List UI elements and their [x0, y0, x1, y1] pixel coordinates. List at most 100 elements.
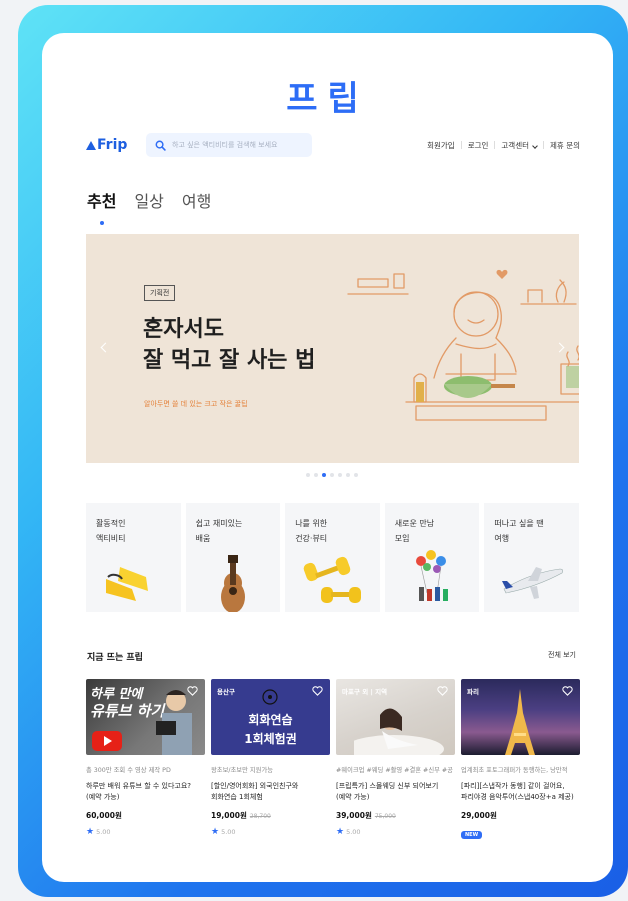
tab-daily[interactable]: 일상: [134, 188, 163, 212]
hero-title: 프립: [286, 79, 369, 119]
rating-value: 5.00: [96, 828, 111, 836]
star-icon: ★: [336, 827, 345, 837]
product-tags: 총 300만 조회 수 영상 제작 PD: [86, 767, 171, 774]
pagination-dot[interactable]: [354, 473, 358, 477]
product-card[interactable]: 용산구 회화연습 1회체험권 왕초보/초보만 지원가능 [할인/영어회화] 외국…: [211, 679, 330, 840]
product-rating: ★ 5.00: [86, 827, 205, 837]
rating-value: 5.00: [346, 828, 361, 836]
product-rating: ★ 5.00: [211, 827, 330, 837]
person-with-camera-icon: [156, 690, 192, 755]
frip-logo[interactable]: Frip: [86, 137, 146, 153]
category-label: 활동적인 액티비티: [96, 519, 126, 543]
chevron-down-icon: [532, 142, 538, 149]
banner-prev-arrow-icon[interactable]: [100, 342, 111, 353]
promo-banner[interactable]: 기획전 혼자서도 잘 먹고 잘 사는 법 알아두면 쓸 데 있는 크고 작은 꿀…: [86, 234, 579, 463]
category-card-learning[interactable]: 쉽고 재미있는 배움: [185, 503, 281, 612]
page-card: 프립 Frip 회원가입 로그인 고객센터 제휴 문의 추천 일상 여행: [42, 33, 613, 882]
see-all-link[interactable]: 전체 보기: [548, 650, 576, 660]
product-price: 60,000원: [86, 810, 205, 821]
category-label: 나를 위한 건강·뷰티: [295, 519, 328, 543]
bride-photo-icon: [354, 708, 444, 755]
pagination-dot[interactable]: [346, 473, 350, 477]
product-tags: 업계최초 포토그래퍼가 동행하는, 낭만적: [461, 767, 568, 774]
search-box[interactable]: [146, 133, 312, 157]
logo-text: Frip: [97, 137, 128, 153]
category-card-travel[interactable]: 떠나고 싶을 땐 여행: [484, 503, 579, 612]
category-card-activity[interactable]: 활동적인 액티비티: [86, 503, 181, 612]
section-title: 지금 뜨는 프립: [87, 653, 143, 663]
header-links: 회원가입 로그인 고객센터 제휴 문의: [427, 140, 580, 151]
divider: [543, 141, 545, 149]
product-price: 19,000원 28,700: [211, 810, 330, 821]
divider: [460, 141, 462, 149]
exhibition-badge: 기획전: [144, 285, 176, 301]
new-badge: NEW: [461, 831, 483, 839]
signup-link[interactable]: 회원가입: [427, 140, 455, 151]
customer-center-menu[interactable]: 고객센터: [501, 140, 538, 151]
search-input[interactable]: [172, 141, 302, 149]
category-card-health-beauty[interactable]: 나를 위한 건강·뷰티: [285, 503, 380, 612]
original-price: 75,000: [374, 813, 396, 820]
product-name: 하루만 배워 유튜브 할 수 있다고요? (예약 가능): [86, 782, 192, 801]
price-value: 39,000원: [336, 811, 372, 820]
heart-icon[interactable]: [187, 686, 198, 696]
product-price: 39,000원 75,000: [336, 810, 455, 821]
product-thumbnail: 파리: [461, 679, 580, 755]
product-thumbnail: 용산구 회화연습 1회체험권: [211, 679, 330, 755]
pagination-dot[interactable]: [322, 473, 326, 477]
banner-title: 혼자서도 잘 먹고 잘 사는 법: [143, 317, 316, 373]
product-area: 용산구: [217, 688, 235, 696]
customer-center-label: 고객센터: [501, 140, 530, 150]
product-name: [파리][스냅작가 동행] 같이 걸어요, 파리야경 음악투어(스냅40장+a …: [461, 782, 574, 801]
partnership-link[interactable]: 제휴 문의: [550, 140, 580, 151]
category-label: 떠나고 싶을 땐 여행: [494, 519, 544, 543]
logo-circle-icon: [262, 689, 278, 705]
eiffel-tower-icon: [505, 689, 535, 755]
thumb-text: 회화연습: [248, 713, 293, 727]
product-rating: ★ 5.00: [336, 827, 455, 837]
product-card[interactable]: 마포구 외 | 지역 #웨이크업 #웨딩 #촬영 #결혼 #신부 #공 [프립특…: [336, 679, 455, 840]
category-card-meetup[interactable]: 새로운 만남 모임: [384, 503, 480, 612]
product-area: 파리: [467, 688, 479, 696]
price-value: 29,000원: [461, 811, 497, 820]
divider: [494, 141, 496, 149]
product-name: [할인/영어회화] 외국인친구와 회화연습 1회체험: [211, 782, 299, 801]
banner-pagination: [306, 473, 358, 477]
heart-icon[interactable]: [437, 686, 448, 696]
product-thumbnail: 마포구 외 | 지역: [336, 679, 455, 755]
product-tags: #웨이크업 #웨딩 #촬영 #결혼 #신부 #공: [336, 767, 453, 774]
heart-icon[interactable]: [562, 686, 573, 696]
product-thumbnail: 하루 만에 유튜브 하기: [86, 679, 205, 755]
cooking-illustration: [347, 269, 579, 421]
banner-subtitle: 알아두면 쓸 데 있는 크고 작은 꿀팁: [144, 400, 248, 408]
product-list: 하루 만에 유튜브 하기 총 300만 조회 수 영상 제작 PD 하루만 배워…: [86, 679, 580, 840]
price-value: 19,000원: [211, 811, 247, 820]
category-label: 쉽고 재미있는 배움: [195, 519, 243, 543]
search-icon: [155, 140, 166, 151]
pagination-dot[interactable]: [306, 473, 310, 477]
category-tabs: 추천 일상 여행: [87, 188, 211, 212]
heart-icon[interactable]: [312, 686, 323, 696]
category-label: 새로운 만남 모임: [394, 519, 435, 543]
rating-value: 5.00: [221, 828, 236, 836]
logo-triangle-icon: [86, 140, 96, 150]
product-area: 마포구 외 | 지역: [342, 688, 388, 696]
youtube-play-icon: [92, 731, 122, 751]
original-price: 28,700: [249, 813, 271, 820]
product-price: 29,000원: [461, 810, 580, 821]
product-card[interactable]: 파리 업계최초 포토그래퍼가 동행하는, 낭만적 [파리][스냅작가 동행] 같…: [461, 679, 580, 840]
pagination-dot[interactable]: [330, 473, 334, 477]
login-link[interactable]: 로그인: [468, 140, 489, 151]
star-icon: ★: [86, 827, 95, 837]
header: Frip 회원가입 로그인 고객센터 제휴 문의: [86, 132, 580, 158]
pagination-dot[interactable]: [314, 473, 318, 477]
thumb-text: 1회체험권: [244, 732, 297, 746]
pagination-dot[interactable]: [338, 473, 342, 477]
product-tags: 왕초보/초보만 지원가능: [211, 767, 274, 774]
tab-recommended[interactable]: 추천: [87, 188, 116, 212]
product-name: [프립특가] 스몰웨딩 신부 되어보기 (예약 가능): [336, 782, 439, 801]
price-value: 60,000원: [86, 811, 122, 820]
product-card[interactable]: 하루 만에 유튜브 하기 총 300만 조회 수 영상 제작 PD 하루만 배워…: [86, 679, 205, 840]
star-icon: ★: [211, 827, 220, 837]
tab-travel[interactable]: 여행: [182, 188, 211, 212]
